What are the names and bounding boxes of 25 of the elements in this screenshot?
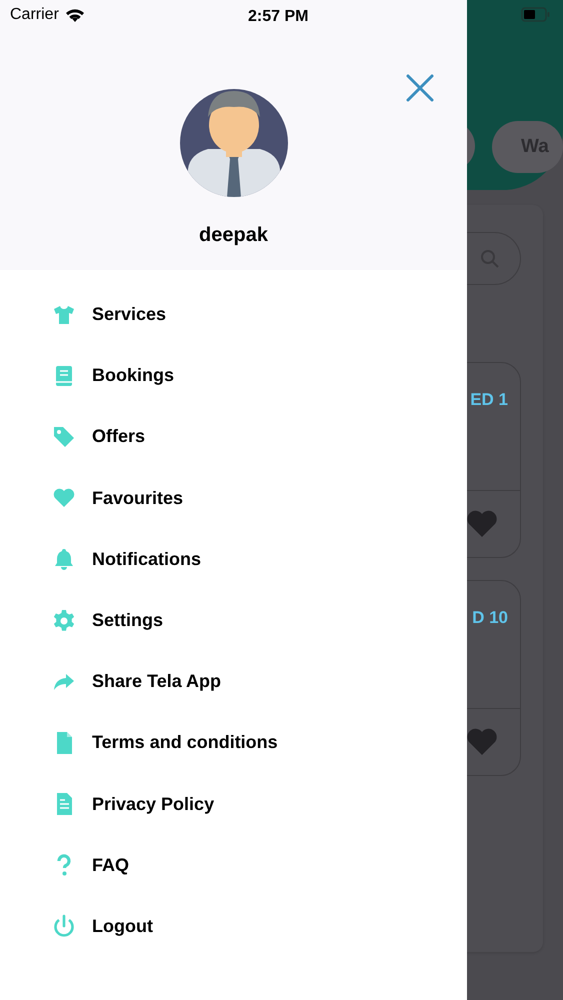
menu-item[interactable]: Notifications [0, 528, 467, 590]
menu-item[interactable]: Terms and conditions [0, 712, 467, 774]
menu-item[interactable]: Share Tela App [0, 651, 467, 712]
tag-icon [52, 424, 76, 449]
carrier-label: Carrier [10, 5, 59, 25]
menu-item[interactable]: Bookings [0, 345, 467, 406]
menu-item[interactable]: Services [0, 284, 467, 346]
card-title: D 10 [472, 607, 508, 629]
power-icon [52, 914, 76, 938]
user-name: deepak [199, 223, 268, 248]
menu-item[interactable]: FAQ [0, 834, 467, 896]
battery-icon [521, 7, 551, 22]
card-title: ED 1 [470, 389, 508, 411]
menu-item[interactable]: Favourites [0, 468, 467, 529]
heart-icon[interactable] [466, 510, 498, 538]
menu-item[interactable]: Logout [0, 896, 467, 958]
close-icon[interactable] [406, 74, 434, 102]
menu-item[interactable]: Privacy Policy [0, 774, 467, 835]
menu-item[interactable]: Offers [0, 406, 467, 468]
clock-time: 2:57 PM [248, 7, 308, 27]
bell-icon [52, 547, 76, 572]
settings-icon [52, 608, 76, 633]
wifi-icon [64, 8, 85, 22]
heart-icon[interactable] [466, 728, 498, 756]
menu-item[interactable]: Settings [0, 590, 467, 652]
